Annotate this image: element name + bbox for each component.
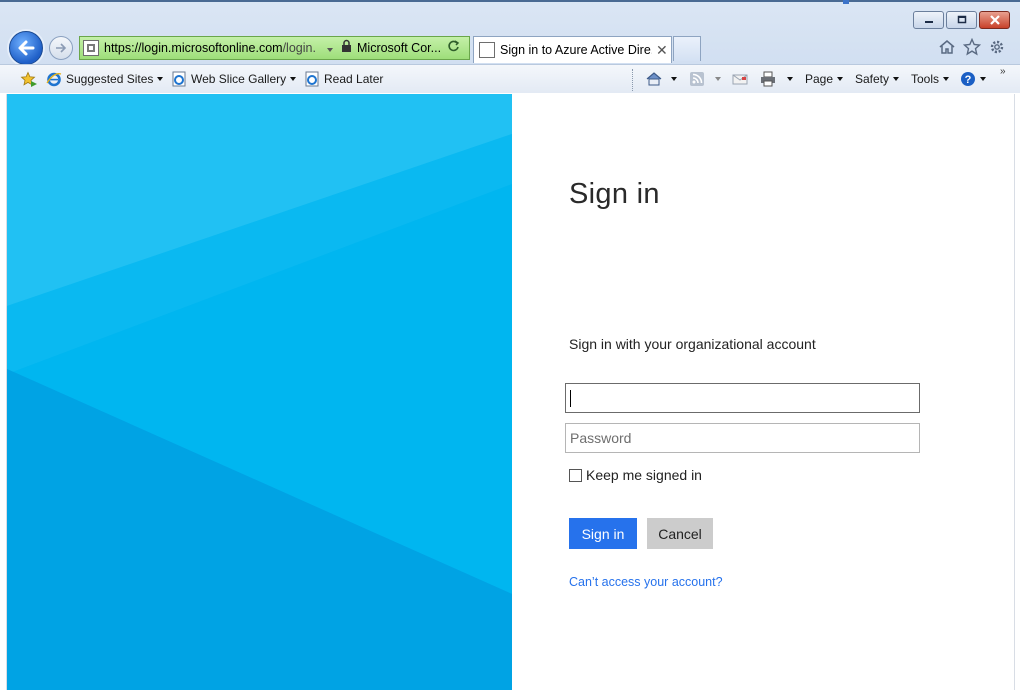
sign-in-button[interactable]: Sign in [569, 518, 637, 549]
address-dropdown-icon[interactable] [327, 39, 333, 57]
mail-icon [732, 74, 748, 85]
print-button[interactable] [759, 70, 793, 88]
read-later-link[interactable]: Read Later [304, 70, 383, 88]
address-url-domain: https://login.microsoftonline.com [104, 41, 283, 55]
star-icon[interactable] [962, 37, 982, 57]
restore-icon [957, 15, 966, 24]
home-menu-button[interactable] [645, 70, 677, 88]
suggested-sites-label: Suggested Sites [66, 72, 154, 86]
cancel-button[interactable]: Cancel [647, 518, 713, 549]
page-title: Sign in [569, 178, 660, 210]
text-cursor [570, 390, 571, 407]
window-top-border [0, 0, 1020, 2]
home-icon [646, 72, 662, 86]
print-icon [761, 71, 775, 87]
tab-title: Sign in to Azure Active Dire... [500, 43, 652, 57]
command-bar-overflow[interactable]: » [1000, 66, 1006, 77]
ie-page-icon [172, 71, 186, 87]
maximize-button[interactable] [946, 11, 977, 29]
signin-subtitle: Sign in with your organizational account [569, 336, 816, 352]
address-bar[interactable]: https://login.microsoftonline.com/login.… [79, 36, 470, 60]
help-menu[interactable]: ? [960, 70, 986, 88]
security-identity[interactable]: Microsoft Cor... [357, 41, 443, 55]
favorites-star-icon [20, 71, 37, 87]
refresh-icon[interactable] [447, 39, 460, 57]
address-url-path: /login. [282, 41, 316, 55]
site-favicon-icon [83, 40, 99, 56]
window-right-edge [1014, 94, 1020, 690]
new-tab-button[interactable] [673, 36, 701, 61]
keep-signed-in-checkbox[interactable] [569, 468, 582, 482]
tab-favicon-icon [479, 42, 495, 58]
ie-icon [46, 72, 62, 87]
feeds-button[interactable] [689, 70, 721, 88]
web-slice-gallery-button[interactable]: Web Slice Gallery [171, 70, 297, 88]
tools-menu[interactable]: Tools [911, 70, 950, 88]
keep-signed-in-label[interactable]: Keep me signed in [586, 467, 702, 483]
read-later-label: Read Later [324, 72, 384, 86]
safety-menu-label: Safety [855, 72, 890, 86]
help-icon: ? [961, 72, 975, 86]
window-edge-accent [843, 0, 849, 4]
gear-icon[interactable] [987, 37, 1007, 57]
address-url[interactable]: https://login.microsoftonline.com/login. [104, 41, 321, 55]
password-input[interactable] [565, 423, 920, 453]
close-icon [989, 15, 1000, 25]
page-menu-label: Page [805, 72, 834, 86]
username-input[interactable] [565, 383, 920, 413]
rss-icon [690, 72, 704, 86]
safety-menu[interactable]: Safety [855, 70, 900, 88]
minimize-icon [924, 21, 933, 23]
page-content: Sign in Sign in with your organizational… [0, 94, 1020, 690]
read-mail-button[interactable] [731, 70, 749, 88]
suggested-sites-button[interactable]: Suggested Sites [46, 70, 164, 88]
tab-sign-in[interactable]: Sign in to Azure Active Dire... ✕ [473, 36, 672, 63]
lock-icon[interactable] [341, 39, 352, 57]
page-menu[interactable]: Page [805, 70, 844, 88]
tab-close-icon[interactable]: ✕ [656, 42, 668, 59]
svg-text:?: ? [965, 74, 972, 86]
tools-menu-label: Tools [911, 72, 940, 86]
home-icon[interactable] [937, 37, 957, 57]
forward-arrow-icon [56, 43, 67, 53]
cant-access-account-link[interactable]: Can’t access your account? [569, 575, 723, 589]
back-button[interactable] [9, 31, 43, 65]
web-slice-gallery-label: Web Slice Gallery [191, 72, 287, 86]
keep-signed-in-option[interactable]: Keep me signed in [569, 467, 702, 483]
back-arrow-icon [18, 40, 35, 56]
browser-chrome: https://login.microsoftonline.com/login.… [0, 0, 1020, 93]
hero-illustration [7, 94, 512, 690]
command-bar-separator [632, 69, 633, 91]
favorites-button[interactable] [20, 70, 38, 88]
minimize-button[interactable] [913, 11, 944, 29]
favorites-command-bar: Suggested Sites Web Slice Gallery Read L… [0, 64, 1020, 93]
ie-page-icon [305, 71, 319, 87]
window-left-edge [0, 94, 7, 690]
close-window-button[interactable] [979, 11, 1010, 29]
forward-button[interactable] [49, 36, 73, 60]
